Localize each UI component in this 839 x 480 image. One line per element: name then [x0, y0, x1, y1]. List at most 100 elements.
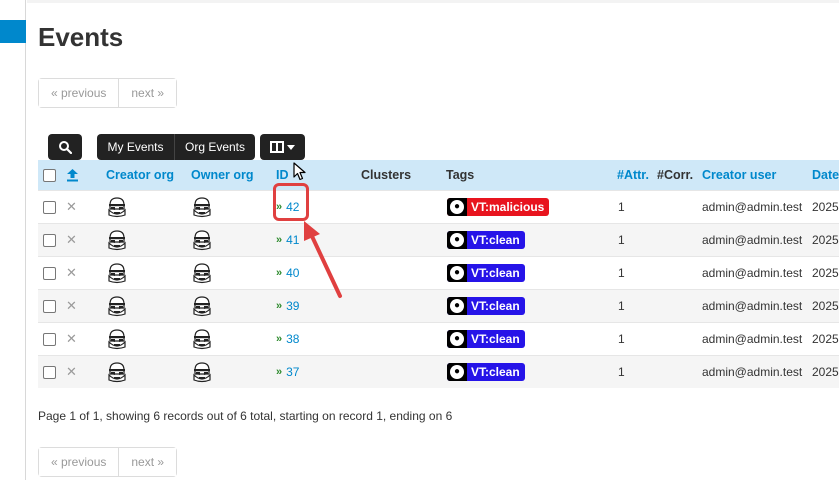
header-attr[interactable]: #Attr. — [617, 160, 649, 190]
stormtrooper-logo-icon — [193, 230, 211, 251]
creator-user: admin@admin.test — [702, 200, 803, 214]
header-corr: #Corr. — [657, 168, 694, 182]
tag-label: VT:clean — [471, 332, 520, 346]
table-row[interactable]: ✕ » 37 ● VT:clean 1 admin@admin.test 202… — [38, 355, 839, 388]
tag-badge[interactable]: ● VT:clean — [447, 297, 525, 315]
event-date: 2025 — [812, 233, 839, 247]
tag-label: VT:malicious — [471, 200, 545, 214]
creator-user: admin@admin.test — [702, 266, 803, 280]
next-page-button[interactable]: next » — [118, 448, 177, 476]
events-table: Creator org Owner org ID Clusters Tags #… — [38, 160, 839, 388]
stormtrooper-logo-icon — [108, 329, 126, 350]
table-row[interactable]: ✕ » 41 ● VT:clean 1 admin@admin.test 202… — [38, 223, 839, 256]
stormtrooper-logo-icon — [108, 197, 126, 218]
header-creator-org[interactable]: Creator org — [106, 160, 174, 190]
attr-count: 1 — [618, 299, 625, 313]
event-id-link[interactable]: 39 — [286, 299, 299, 313]
stormtrooper-logo-icon — [193, 296, 211, 317]
delete-icon[interactable]: ✕ — [66, 199, 77, 215]
table-row[interactable]: ✕ » 39 ● VT:clean 1 admin@admin.test 202… — [38, 289, 839, 322]
mouse-cursor-icon — [293, 162, 306, 181]
row-checkbox[interactable] — [43, 332, 56, 346]
stormtrooper-logo-icon — [108, 296, 126, 317]
attr-count: 1 — [618, 266, 625, 280]
stormtrooper-logo-icon — [108, 263, 126, 284]
my-events-button[interactable]: My Events — [97, 134, 174, 160]
row-checkbox[interactable] — [43, 299, 56, 313]
globe-icon: ● — [450, 233, 464, 247]
expand-chevron-icon[interactable]: » — [276, 300, 282, 312]
header-owner-org[interactable]: Owner org — [191, 160, 254, 190]
event-date: 2025 — [812, 200, 839, 214]
tag-badge[interactable]: ● VT:malicious — [447, 198, 550, 216]
creator-user: admin@admin.test — [702, 332, 803, 346]
event-date: 2025 — [812, 299, 839, 313]
creator-user: admin@admin.test — [702, 233, 803, 247]
header-tags: Tags — [446, 168, 475, 182]
header-clusters: Clusters — [361, 168, 412, 182]
attr-count: 1 — [618, 233, 625, 247]
attr-count: 1 — [618, 332, 625, 346]
row-checkbox[interactable] — [43, 365, 56, 379]
header-creator-user[interactable]: Creator user — [702, 160, 776, 190]
tag-label: VT:clean — [471, 266, 520, 280]
next-page-button[interactable]: next » — [118, 79, 177, 107]
event-date: 2025 — [812, 365, 839, 379]
event-id-link[interactable]: 40 — [286, 266, 299, 280]
globe-icon: ● — [450, 266, 464, 280]
globe-icon: ● — [450, 299, 464, 313]
table-header: Creator org Owner org ID Clusters Tags #… — [38, 160, 839, 190]
delete-icon[interactable]: ✕ — [66, 298, 77, 314]
table-row[interactable]: ✕ » 40 ● VT:clean 1 admin@admin.test 202… — [38, 256, 839, 289]
left-sidebar-rail — [0, 0, 26, 480]
page-title: Events — [38, 22, 124, 52]
globe-icon: ● — [450, 332, 464, 346]
stormtrooper-logo-icon — [108, 362, 126, 383]
stormtrooper-logo-icon — [193, 329, 211, 350]
tag-badge[interactable]: ● VT:clean — [447, 264, 525, 282]
creator-user: admin@admin.test — [702, 365, 803, 379]
pagination-bottom: « previous next » — [38, 447, 178, 477]
stormtrooper-logo-icon — [193, 197, 211, 218]
tag-label: VT:clean — [471, 299, 520, 313]
event-date: 2025 — [812, 332, 839, 346]
tag-badge[interactable]: ● VT:clean — [447, 363, 525, 381]
tag-badge[interactable]: ● VT:clean — [447, 231, 525, 249]
globe-icon: ● — [450, 200, 464, 214]
delete-icon[interactable]: ✕ — [66, 364, 77, 380]
globe-icon: ● — [450, 365, 464, 379]
pagination-summary: Page 1 of 1, showing 6 records out of 6 … — [38, 409, 453, 423]
tag-label: VT:clean — [471, 365, 520, 379]
header-date[interactable]: Date — [812, 160, 839, 190]
tag-label: VT:clean — [471, 233, 520, 247]
table-row[interactable]: ✕ » 42 ● VT:malicious 1 admin@admin.test… — [38, 190, 839, 223]
row-checkbox[interactable] — [43, 200, 56, 214]
stormtrooper-logo-icon — [193, 362, 211, 383]
delete-icon[interactable]: ✕ — [66, 265, 77, 281]
expand-chevron-icon[interactable]: » — [276, 333, 282, 345]
row-checkbox[interactable] — [43, 233, 56, 247]
search-button[interactable] — [48, 134, 82, 160]
expand-chevron-icon[interactable]: » — [276, 366, 282, 378]
attr-count: 1 — [618, 365, 625, 379]
columns-dropdown-button[interactable] — [260, 134, 305, 160]
org-events-button[interactable]: Org Events — [174, 134, 255, 160]
pagination-top: « previous next » — [38, 78, 178, 108]
top-divider — [27, 0, 839, 3]
delete-icon[interactable]: ✕ — [66, 331, 77, 347]
previous-page-button[interactable]: « previous — [39, 79, 119, 107]
event-id-link[interactable]: 41 — [286, 233, 299, 247]
expand-chevron-icon[interactable]: » — [276, 267, 282, 279]
row-checkbox[interactable] — [43, 266, 56, 280]
columns-icon — [269, 141, 295, 153]
table-row[interactable]: ✕ » 38 ● VT:clean 1 admin@admin.test 202… — [38, 322, 839, 355]
previous-page-button[interactable]: « previous — [39, 448, 119, 476]
expand-chevron-icon[interactable]: » — [276, 234, 282, 246]
sidebar-tab[interactable] — [0, 20, 26, 43]
event-id-link[interactable]: 37 — [286, 365, 299, 379]
tag-badge[interactable]: ● VT:clean — [447, 330, 525, 348]
upload-icon[interactable] — [66, 168, 79, 182]
select-all-checkbox[interactable] — [43, 168, 56, 182]
delete-icon[interactable]: ✕ — [66, 232, 77, 248]
event-id-link[interactable]: 38 — [286, 332, 299, 346]
